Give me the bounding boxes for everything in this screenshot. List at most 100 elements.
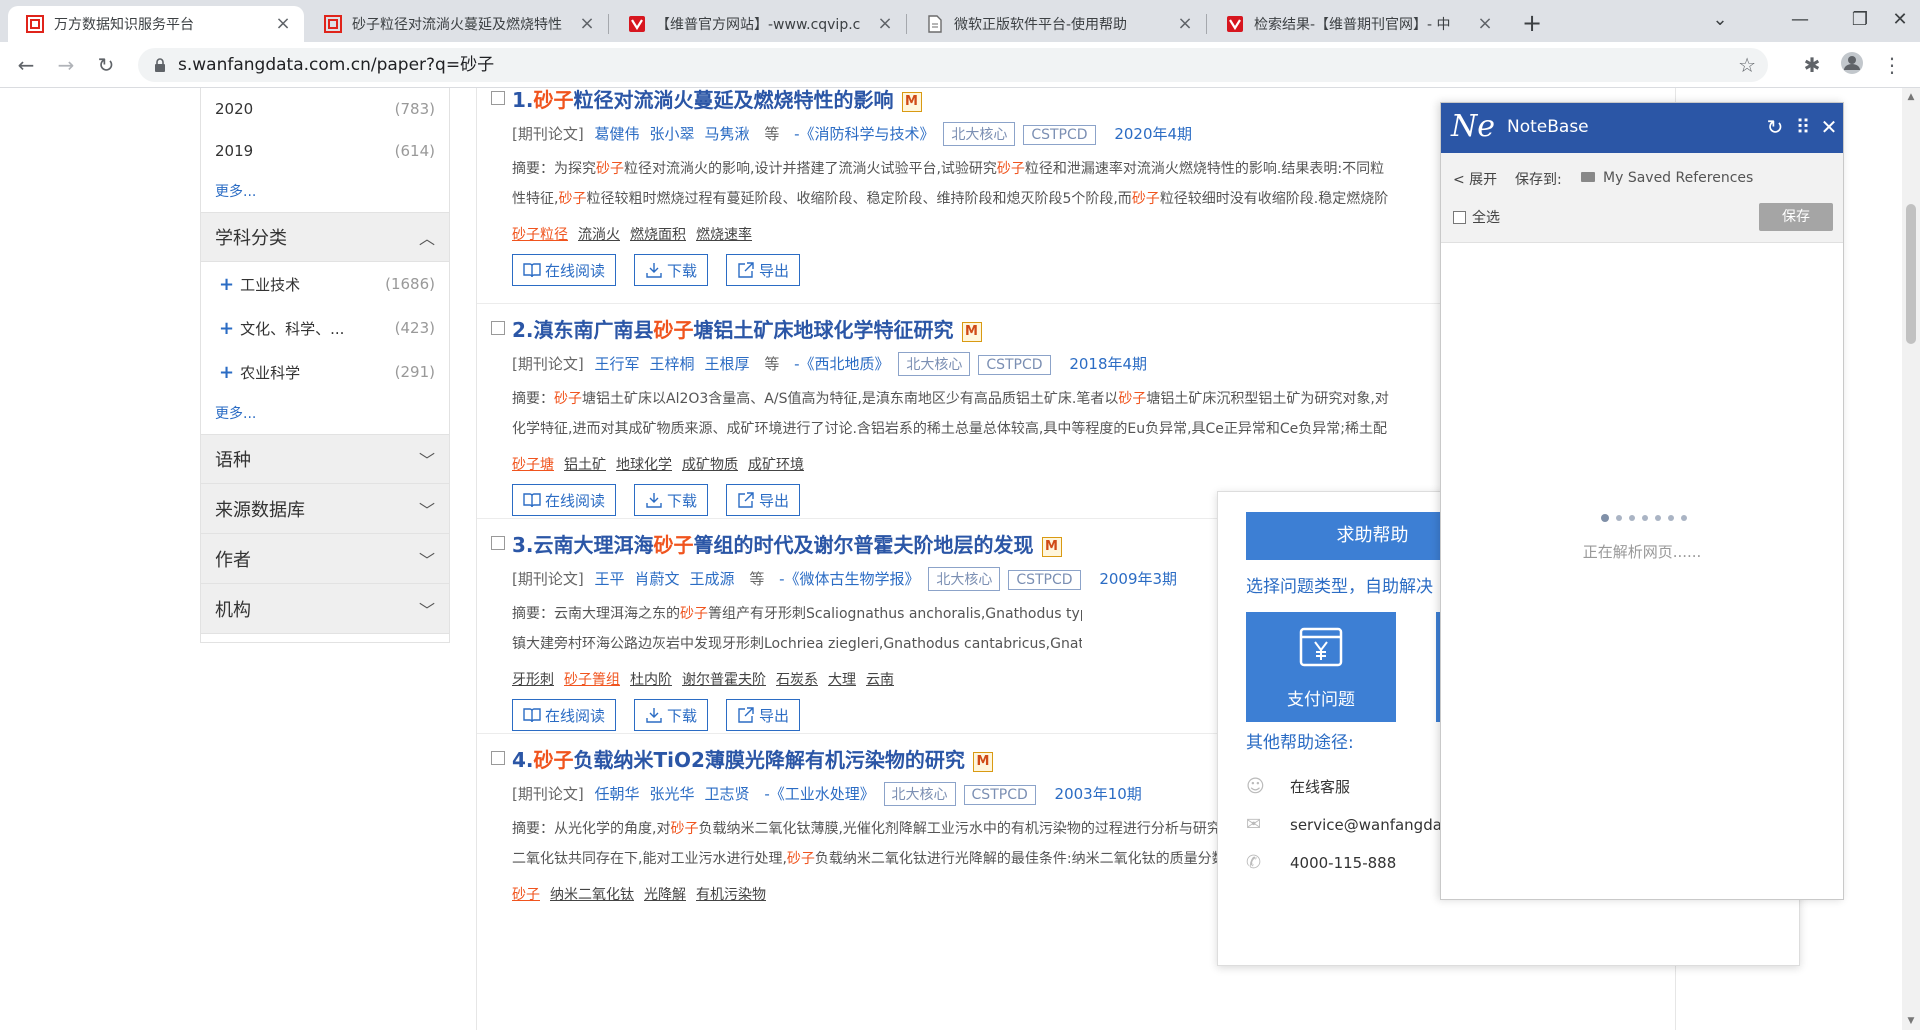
author-link[interactable]: 王行军 xyxy=(595,355,640,373)
facet-header-author[interactable]: 作者 ﹀ xyxy=(201,534,449,584)
tab-close-icon[interactable]: × xyxy=(1474,13,1496,35)
select-all-checkbox[interactable]: 全选 xyxy=(1453,207,1500,227)
plus-icon[interactable]: + xyxy=(219,318,234,339)
issue-date[interactable]: 2020年4期 xyxy=(1114,125,1192,143)
export-button[interactable]: 导出 xyxy=(726,484,801,516)
result-title-link[interactable]: 4.砂子负载纳米TiO2薄膜光降解有机污染物的研究 M xyxy=(512,744,993,773)
author-link[interactable]: 葛健伟 xyxy=(595,125,640,143)
read-online-button[interactable]: 在线阅读 xyxy=(512,699,617,731)
refresh-icon[interactable]: ↻ xyxy=(1763,115,1787,139)
close-window-icon[interactable]: ✕ xyxy=(1880,0,1920,40)
menu-kebab-icon[interactable]: ⋮ xyxy=(1878,51,1906,79)
author-link[interactable]: 肖蔚文 xyxy=(635,570,680,588)
service-email[interactable]: ✉ service@wanfangdata xyxy=(1246,814,1457,835)
read-online-button[interactable]: 在线阅读 xyxy=(512,254,617,286)
bookmark-star-icon[interactable]: ☆ xyxy=(1738,53,1756,77)
keyword-link[interactable]: 石炭系 xyxy=(776,672,818,688)
tab-paper[interactable]: 砂子粒径对流淌火蔓延及燃烧特性 × xyxy=(306,6,608,42)
facet-item-subject[interactable]: + 文化、科学、... (423) xyxy=(201,306,449,350)
folder-selector[interactable]: My Saved References xyxy=(1581,170,1753,186)
source-link[interactable]: -《微体古生物学报》 xyxy=(779,570,919,588)
tab-cqvip[interactable]: 【维普官方网站】-www.cqvip.c × xyxy=(610,6,906,42)
facet-header-language[interactable]: 语种 ﹀ xyxy=(201,434,449,484)
author-link[interactable]: 王平 xyxy=(595,570,625,588)
scrollbar-thumb[interactable] xyxy=(1906,204,1916,344)
keyword-link[interactable]: 纳米二氧化钛 xyxy=(550,887,634,903)
extensions-puzzle-icon[interactable]: ✱ xyxy=(1798,51,1826,79)
keyword-link[interactable]: 砂子塘 xyxy=(512,457,554,473)
minimize-icon[interactable]: — xyxy=(1770,0,1830,40)
keyword-link[interactable]: 燃烧面积 xyxy=(630,227,686,243)
keyword-link[interactable]: 成矿环境 xyxy=(748,457,804,473)
keyword-link[interactable]: 有机污染物 xyxy=(696,887,766,903)
download-button[interactable]: 下载 xyxy=(634,484,709,516)
source-link[interactable]: -《西北地质》 xyxy=(794,355,889,373)
page-scrollbar[interactable]: ▲ ▼ xyxy=(1902,88,1920,1030)
keyword-link[interactable]: 燃烧速率 xyxy=(696,227,752,243)
scroll-up-icon[interactable]: ▲ xyxy=(1906,92,1916,102)
facet-item-subject[interactable]: + 农业科学 (291) xyxy=(201,350,449,394)
read-online-button[interactable]: 在线阅读 xyxy=(512,484,617,516)
facet-header-subject[interactable]: 学科分类 ︿ xyxy=(201,212,449,262)
keyword-link[interactable]: 杜内阶 xyxy=(630,672,672,688)
result-title-link[interactable]: 3.云南大理洱海砂子箐组的时代及谢尔普霍夫阶地层的发现 M xyxy=(512,529,1062,558)
keyword-link[interactable]: 云南 xyxy=(866,672,894,688)
reload-icon[interactable]: ↻ xyxy=(90,49,122,81)
keyword-link[interactable]: 大理 xyxy=(828,672,856,688)
keyword-link[interactable]: 成矿物质 xyxy=(682,457,738,473)
keyword-link[interactable]: 牙形刺 xyxy=(512,672,554,688)
facet-header-database[interactable]: 来源数据库 ﹀ xyxy=(201,484,449,534)
tab-wanfang-home[interactable]: 万方数据知识服务平台 × xyxy=(8,6,304,42)
keyword-link[interactable]: 地球化学 xyxy=(616,457,672,473)
more-subjects-link[interactable]: 更多... xyxy=(201,394,449,434)
tab-close-icon[interactable]: × xyxy=(272,13,294,35)
author-link[interactable]: 卫志贤 xyxy=(705,785,750,803)
author-link[interactable]: 王成源 xyxy=(690,570,735,588)
export-button[interactable]: 导出 xyxy=(726,254,801,286)
profile-avatar-icon[interactable] xyxy=(1838,51,1866,79)
tab-close-icon[interactable]: × xyxy=(1174,13,1196,35)
expand-link[interactable]: < 展开 xyxy=(1453,169,1497,189)
author-link[interactable]: 任朝华 xyxy=(595,785,640,803)
back-arrow-icon[interactable]: ← xyxy=(10,49,42,81)
address-bar[interactable]: s.wanfangdata.com.cn/paper?q=砂子 ☆ xyxy=(138,48,1768,82)
tab-close-icon[interactable]: × xyxy=(576,13,598,35)
export-button[interactable]: 导出 xyxy=(726,699,801,731)
online-service-link[interactable]: ☺ 在线客服 xyxy=(1246,776,1350,797)
keyword-link[interactable]: 谢尔普霍夫阶 xyxy=(682,672,766,688)
result-title-link[interactable]: 2.滇东南广南县砂子塘铝土矿床地球化学特征研究 M xyxy=(512,314,982,343)
result-checkbox[interactable] xyxy=(491,321,505,335)
download-button[interactable]: 下载 xyxy=(634,699,709,731)
keyword-link[interactable]: 铝土矿 xyxy=(564,457,606,473)
grid-apps-icon[interactable]: ⠿ xyxy=(1791,115,1815,139)
issue-date[interactable]: 2009年3期 xyxy=(1099,570,1177,588)
keyword-link[interactable]: 砂子箐组 xyxy=(564,672,620,688)
facet-item-subject[interactable]: + 工业技术 (1686) xyxy=(201,262,449,306)
keyword-link[interactable]: 砂子 xyxy=(512,887,540,903)
close-icon[interactable]: ✕ xyxy=(1817,115,1841,139)
author-link[interactable]: 张光华 xyxy=(650,785,695,803)
tab-close-icon[interactable]: × xyxy=(874,13,896,35)
issue-date[interactable]: 2018年4期 xyxy=(1069,355,1147,373)
facet-item-year-2020[interactable]: 2020 (783) xyxy=(201,88,449,130)
source-link[interactable]: -《消防科学与技术》 xyxy=(794,125,934,143)
facet-item-year-2019[interactable]: 2019 (614) xyxy=(201,130,449,172)
author-link[interactable]: 马隽湫 xyxy=(705,125,750,143)
tab-search-chevron-icon[interactable]: ⌄ xyxy=(1690,0,1750,40)
more-years-link[interactable]: 更多... xyxy=(201,172,449,212)
plus-icon[interactable]: + xyxy=(219,274,234,295)
payment-issue-button[interactable]: 支付问题 xyxy=(1246,612,1396,722)
new-tab-icon[interactable]: + xyxy=(1516,8,1548,38)
author-link[interactable]: 王梓桐 xyxy=(650,355,695,373)
download-button[interactable]: 下载 xyxy=(634,254,709,286)
author-link[interactable]: 张小翠 xyxy=(650,125,695,143)
facet-header-institution[interactable]: 机构 ﹀ xyxy=(201,584,449,634)
result-title-link[interactable]: 1.砂子粒径对流淌火蔓延及燃烧特性的影响 M xyxy=(512,88,922,113)
save-button[interactable]: 保存 xyxy=(1759,203,1833,231)
result-checkbox[interactable] xyxy=(491,536,505,550)
keyword-link[interactable]: 光降解 xyxy=(644,887,686,903)
scroll-down-icon[interactable]: ▼ xyxy=(1906,1016,1916,1026)
keyword-link[interactable]: 流淌火 xyxy=(578,227,620,243)
result-checkbox[interactable] xyxy=(491,751,505,765)
issue-date[interactable]: 2003年10期 xyxy=(1055,785,1142,803)
